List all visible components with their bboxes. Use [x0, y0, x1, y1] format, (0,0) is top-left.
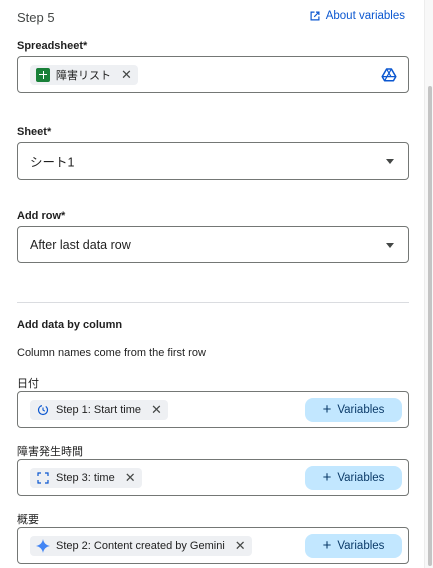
scrollbar-thumb[interactable]: [428, 86, 432, 566]
add-row-select[interactable]: After last data row: [17, 226, 409, 263]
remove-variable-icon[interactable]: ✕: [235, 539, 246, 552]
variable-chip[interactable]: Step 2: Content created by Gemini ✕: [30, 535, 252, 556]
plus-icon: +: [322, 401, 332, 418]
plus-icon: +: [322, 537, 332, 554]
add-row-select-value: After last data row: [30, 237, 131, 252]
dropdown-arrow-icon: [386, 242, 394, 248]
column-field-date[interactable]: Step 1: Start time ✕ + Variables: [17, 391, 409, 428]
sheet-label: Sheet*: [17, 126, 52, 138]
add-row-label: Add row*: [17, 210, 66, 222]
about-variables-label[interactable]: About variables: [326, 10, 405, 22]
about-variables-link[interactable]: About variables: [309, 10, 405, 22]
variable-chip-text: Step 2: Content created by Gemini: [56, 539, 225, 552]
column-label-incident-time: 障害発生時間: [17, 446, 83, 458]
spreadsheet-file-name: 障害リスト: [56, 69, 111, 82]
gemini-sparkle-icon: [36, 538, 50, 553]
sheet-select[interactable]: シート1: [17, 142, 409, 180]
variable-chip-text: Step 1: Start time: [56, 403, 141, 416]
add-variables-button[interactable]: + Variables: [305, 533, 402, 558]
spreadsheet-label: Spreadsheet*: [17, 40, 88, 52]
step-header: Step 5 About variables: [17, 8, 407, 28]
plus-icon: +: [322, 469, 332, 486]
sheet-select-value: シート1: [30, 155, 75, 170]
remove-variable-icon[interactable]: ✕: [151, 403, 162, 416]
timer-icon: [36, 403, 50, 417]
google-drive-icon[interactable]: [381, 67, 397, 83]
section-divider: [17, 302, 409, 303]
time-frame-icon: [36, 471, 50, 485]
add-variables-button[interactable]: + Variables: [305, 465, 402, 490]
scrollbar-track[interactable]: [424, 0, 433, 568]
spreadsheet-chip[interactable]: 障害リスト ✕: [30, 64, 138, 85]
dropdown-arrow-icon: [386, 159, 394, 164]
variable-chip[interactable]: Step 3: time ✕: [30, 467, 142, 488]
variables-button-label: Variables: [337, 471, 385, 484]
column-section-title: Add data by column: [17, 319, 123, 331]
column-field-summary[interactable]: Step 2: Content created by Gemini ✕ + Va…: [17, 527, 409, 564]
google-sheets-icon: [36, 67, 50, 82]
column-section-helper: Column names come from the first row: [17, 347, 206, 359]
variables-button-label: Variables: [337, 403, 385, 416]
column-label-date: 日付: [17, 378, 39, 390]
step-title: Step 5: [17, 10, 55, 25]
variable-chip-text: Step 3: time: [56, 471, 115, 484]
remove-variable-icon[interactable]: ✕: [125, 471, 136, 484]
variables-button-label: Variables: [337, 539, 385, 552]
open-in-new-icon: [310, 11, 320, 21]
column-label-summary: 概要: [17, 514, 39, 526]
spreadsheet-field[interactable]: 障害リスト ✕: [17, 56, 409, 93]
remove-spreadsheet-icon[interactable]: ✕: [121, 68, 132, 81]
add-variables-button[interactable]: + Variables: [305, 397, 402, 422]
column-field-incident-time[interactable]: Step 3: time ✕ + Variables: [17, 459, 409, 496]
variable-chip[interactable]: Step 1: Start time ✕: [30, 399, 168, 420]
